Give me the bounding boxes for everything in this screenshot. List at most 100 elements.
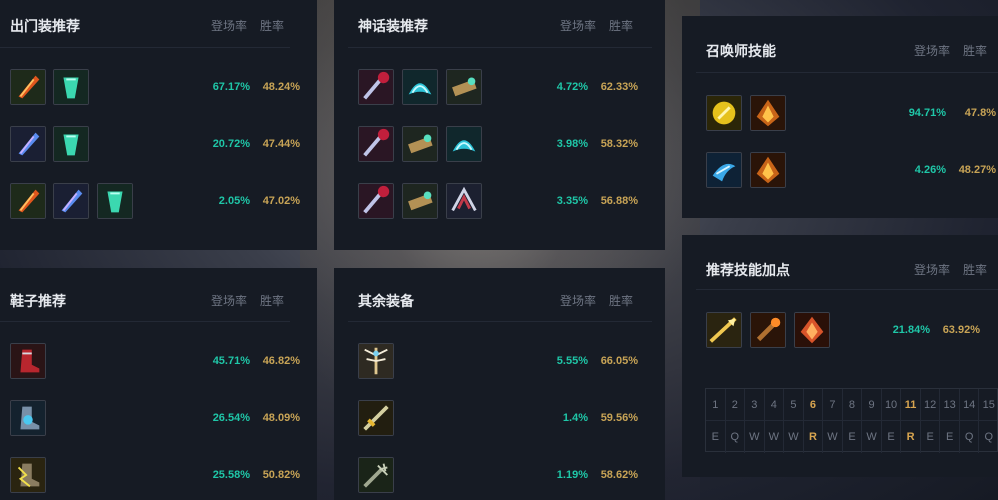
skill-key-3: W bbox=[745, 421, 765, 453]
skill-level-8: 8 bbox=[843, 389, 863, 421]
boots-row-2: 26.54% 48.09% bbox=[10, 400, 317, 438]
win-rate-header: 胜率 bbox=[963, 44, 988, 58]
pick-rate: 94.71% bbox=[908, 107, 946, 119]
win-rate: 46.82% bbox=[262, 355, 300, 367]
panel-title: 推荐技能加点 bbox=[706, 262, 790, 278]
spiked-mace-icon[interactable] bbox=[358, 457, 394, 493]
crimson-blade-icon[interactable] bbox=[358, 183, 394, 219]
win-rate: 56.88% bbox=[600, 195, 638, 207]
pick-rate: 45.71% bbox=[212, 355, 250, 367]
pick-rate-header: 登场率 bbox=[560, 294, 597, 308]
teal-shield-icon[interactable] bbox=[446, 126, 482, 162]
skill-key-10: E bbox=[882, 421, 902, 453]
skill-key-13: E bbox=[940, 421, 960, 453]
flash-icon[interactable] bbox=[706, 95, 742, 131]
win-rate: 48.27% bbox=[958, 164, 996, 176]
winged-staff-icon[interactable] bbox=[358, 343, 394, 379]
win-rate-header: 胜率 bbox=[260, 19, 285, 33]
steel-boots-icon[interactable] bbox=[10, 400, 46, 436]
skill-key-6: R bbox=[804, 421, 824, 453]
pick-rate: 2.05% bbox=[218, 195, 250, 207]
ignite-icon[interactable] bbox=[750, 152, 786, 188]
win-rate: 47.8% bbox=[964, 107, 996, 119]
skill-level-3: 3 bbox=[745, 389, 765, 421]
win-rate: 59.56% bbox=[600, 412, 638, 424]
skill-level-1: 1 bbox=[706, 389, 726, 421]
green-potion-icon[interactable] bbox=[53, 69, 89, 105]
summoner-row-1: 94.71% 47.8% bbox=[706, 95, 998, 133]
blue-dagger-icon[interactable] bbox=[53, 183, 89, 219]
ignite-icon[interactable] bbox=[750, 95, 786, 131]
pick-rate: 25.58% bbox=[212, 469, 250, 481]
starter-row-2: 20.72% 47.44% bbox=[10, 126, 317, 164]
skill-key-11: R bbox=[901, 421, 921, 453]
pick-rate-header: 登场率 bbox=[914, 263, 951, 277]
skill-key-8: E bbox=[843, 421, 863, 453]
gold-boots-icon[interactable] bbox=[10, 457, 46, 493]
others-row-2: 1.4% 59.56% bbox=[358, 400, 665, 438]
brass-cannon-icon[interactable] bbox=[402, 126, 438, 162]
ghost-icon[interactable] bbox=[706, 152, 742, 188]
win-rate-header: 胜率 bbox=[609, 19, 634, 33]
skill-level-2: 2 bbox=[726, 389, 746, 421]
win-rate: 58.62% bbox=[600, 469, 638, 481]
brass-cannon-icon[interactable] bbox=[446, 69, 482, 105]
skill-order-row: 21.84% 63.92% bbox=[706, 312, 998, 350]
pick-rate: 21.84% bbox=[892, 324, 930, 336]
win-rate-header: 胜率 bbox=[963, 263, 988, 277]
summoner-spells-header: 召唤师技能 登场率 胜率 bbox=[696, 16, 998, 73]
win-rate: 63.92% bbox=[942, 324, 980, 336]
red-boots-icon[interactable] bbox=[10, 343, 46, 379]
win-rate-header: 胜率 bbox=[260, 294, 285, 308]
fire-e-icon[interactable] bbox=[794, 312, 830, 348]
green-potion-icon[interactable] bbox=[97, 183, 133, 219]
panel-title: 神话装推荐 bbox=[358, 18, 428, 34]
summoner-spells-panel: 召唤师技能 登场率 胜率 94.71% 47.8% 4.26% 48.27% bbox=[682, 16, 998, 218]
win-rate: 47.44% bbox=[262, 138, 300, 150]
panel-title: 召唤师技能 bbox=[706, 43, 776, 59]
skill-key-7: W bbox=[823, 421, 843, 453]
flame-w-icon[interactable] bbox=[750, 312, 786, 348]
summoner-row-2: 4.26% 48.27% bbox=[706, 152, 998, 190]
boots-header: 鞋子推荐 登场率 胜率 bbox=[0, 268, 290, 322]
panel-title: 出门装推荐 bbox=[10, 18, 80, 34]
brass-cannon-icon[interactable] bbox=[402, 183, 438, 219]
mythic-items-panel: 神话装推荐 登场率 胜率 4.72% 62.33% 3.98% 58.32% 3… bbox=[334, 0, 665, 250]
golden-sword-icon[interactable] bbox=[358, 400, 394, 436]
pick-rate-header: 登场率 bbox=[211, 294, 248, 308]
fire-dagger-icon[interactable] bbox=[10, 183, 46, 219]
teal-shield-icon[interactable] bbox=[402, 69, 438, 105]
boots-row-1: 45.71% 46.82% bbox=[10, 343, 317, 381]
win-rate: 48.09% bbox=[262, 412, 300, 424]
other-items-header: 其余装备 登场率 胜率 bbox=[348, 268, 652, 322]
green-potion-icon[interactable] bbox=[53, 126, 89, 162]
pick-rate: 67.17% bbox=[212, 81, 250, 93]
starter-items-panel: 出门装推荐 登场率 胜率 67.17% 48.24% 20.72% 47.44%… bbox=[0, 0, 317, 250]
spear-q-icon[interactable] bbox=[706, 312, 742, 348]
skill-key-1: E bbox=[706, 421, 726, 453]
mythic-row-2: 3.98% 58.32% bbox=[358, 126, 665, 164]
skill-key-12: E bbox=[921, 421, 941, 453]
skill-key-2: Q bbox=[726, 421, 746, 453]
fire-dagger-icon[interactable] bbox=[10, 69, 46, 105]
skill-level-9: 9 bbox=[862, 389, 882, 421]
blue-dagger-icon[interactable] bbox=[10, 126, 46, 162]
win-rate: 48.24% bbox=[262, 81, 300, 93]
skill-level-6: 6 bbox=[804, 389, 824, 421]
pick-rate: 26.54% bbox=[212, 412, 250, 424]
skill-level-11: 11 bbox=[901, 389, 921, 421]
crimson-blade-icon[interactable] bbox=[358, 69, 394, 105]
pick-rate: 1.19% bbox=[556, 469, 588, 481]
crimson-blade-icon[interactable] bbox=[358, 126, 394, 162]
skill-key-9: W bbox=[862, 421, 882, 453]
pick-rate: 1.4% bbox=[562, 412, 588, 424]
starter-row-1: 67.17% 48.24% bbox=[10, 69, 317, 107]
win-rate: 62.33% bbox=[600, 81, 638, 93]
starter-row-3: 2.05% 47.02% bbox=[10, 183, 317, 221]
panel-title: 其余装备 bbox=[358, 293, 414, 309]
skill-level-grid: 1 E 2 Q 3 W 4 W 5 W 6 R 7 W 8 E 9 W 10 E 11 R 12 E 13 E 14 Q 15 Q bbox=[705, 388, 998, 453]
silver-claw-icon[interactable] bbox=[446, 183, 482, 219]
skill-key-14: Q bbox=[960, 421, 980, 453]
others-row-1: 5.55% 66.05% bbox=[358, 343, 665, 381]
skill-level-12: 12 bbox=[921, 389, 941, 421]
